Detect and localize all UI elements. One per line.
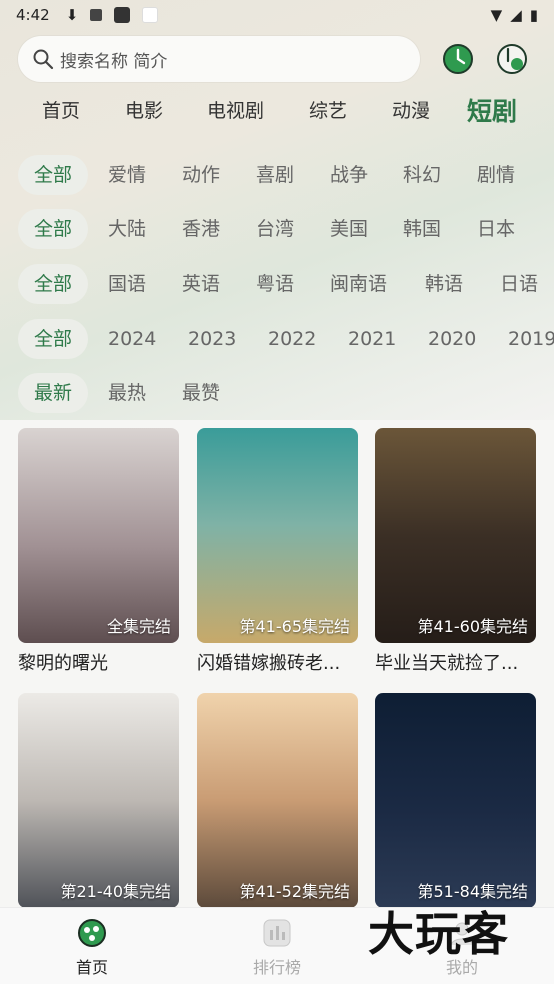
filter-language-item[interactable]: 韩语 (425, 264, 463, 304)
drama-card[interactable]: 第41-52集完结 (197, 693, 358, 914)
status-bar: 4:42 ⬇ ▼ ◢ ▮ (0, 0, 554, 30)
filter-year-item[interactable]: 2022 (268, 319, 316, 359)
download-list-icon[interactable] (496, 43, 528, 75)
sort-latest[interactable]: 最新 (18, 373, 89, 413)
history-icon[interactable] (442, 43, 474, 75)
bottom-nav-ranking-label: 排行榜 (252, 958, 301, 977)
episode-badge: 第21-40集完结 (60, 882, 172, 901)
poster-image: 第41-65集完结 (197, 428, 358, 643)
filter-year-item[interactable]: 2024 (108, 319, 156, 359)
search-placeholder: 搜索名称 简介 (60, 51, 168, 72)
filter-language-item[interactable]: 闽南语 (330, 264, 387, 304)
signal-icon: ◢ (510, 6, 522, 24)
tab-short-drama[interactable]: 短剧 (467, 92, 517, 128)
filter-region-item[interactable]: 大陆 (108, 209, 146, 249)
filter-genre-all[interactable]: 全部 (18, 155, 89, 195)
a-icon (90, 9, 103, 21)
poster-image: 第41-52集完结 (197, 693, 358, 908)
drama-title: 毕业当天就捡了... (375, 653, 519, 674)
search-input[interactable]: 搜索名称 简介 (18, 36, 420, 82)
status-icons-left: ⬇ (66, 6, 159, 24)
tab-movie[interactable]: 电影 (125, 96, 163, 123)
filter-language-row: 全部 国语 英语 粤语 闽南语 韩语 日语 (0, 264, 554, 304)
filter-genre-item[interactable]: 科幻 (403, 155, 441, 195)
status-time: 4:42 (16, 6, 50, 24)
bottom-nav-home-label: 首页 (75, 958, 108, 977)
filter-year-row: 全部 2024 2023 2022 2021 2020 2019 (0, 319, 554, 359)
drama-card[interactable]: 全集完结 黎明的曙光 (18, 428, 179, 675)
poster-image: 第41-60集完结 (375, 428, 536, 643)
filter-language-all[interactable]: 全部 (18, 264, 89, 304)
chart-icon (263, 919, 291, 947)
category-tabs: 首页 电影 电视剧 综艺 动漫 短剧 (0, 96, 554, 132)
download-icon: ⬇ (65, 6, 79, 24)
poster-image: 第51-84集完结 (375, 693, 536, 908)
tab-tv-series[interactable]: 电视剧 (207, 96, 264, 123)
white-square-icon (142, 7, 159, 23)
filter-year-item[interactable]: 2020 (428, 319, 476, 359)
episode-badge: 第41-65集完结 (239, 617, 351, 636)
app-notify-icon (114, 7, 131, 23)
sort-most-liked[interactable]: 最赞 (182, 373, 220, 413)
status-icons-right: ▼ ◢ ▮ (491, 6, 538, 24)
sort-hottest[interactable]: 最热 (108, 373, 146, 413)
filter-language-item[interactable]: 国语 (108, 264, 146, 304)
drama-card[interactable]: 第51-84集完结 (375, 693, 536, 914)
tab-home[interactable]: 首页 (42, 96, 80, 123)
poster-image: 第21-40集完结 (18, 693, 179, 908)
filter-year-item[interactable]: 2021 (348, 319, 396, 359)
episode-badge: 第41-52集完结 (239, 882, 351, 901)
filter-year-all[interactable]: 全部 (18, 319, 89, 359)
drama-title: 闪婚错嫁搬砖老... (197, 653, 341, 674)
wifi-icon: ▼ (490, 6, 503, 24)
poster-image: 全集完结 (18, 428, 179, 643)
filter-region-item[interactable]: 香港 (182, 209, 220, 249)
drama-card[interactable]: 第41-65集完结 闪婚错嫁搬砖老... (197, 428, 358, 675)
watermark-logo: 大玩客 (368, 907, 509, 961)
search-icon (33, 49, 54, 70)
tab-anime[interactable]: 动漫 (392, 96, 430, 123)
filter-year-item[interactable]: 2023 (188, 319, 236, 359)
filter-genre-item[interactable]: 动作 (182, 155, 220, 195)
filter-region-all[interactable]: 全部 (18, 209, 89, 249)
episode-badge: 第41-60集完结 (417, 617, 529, 636)
filter-language-item[interactable]: 英语 (182, 264, 220, 304)
filter-region-item[interactable]: 美国 (330, 209, 368, 249)
filter-genre-item[interactable]: 战争 (330, 155, 368, 195)
episode-badge: 全集完结 (106, 617, 171, 636)
filter-region-row: 全部 大陆 香港 台湾 美国 韩国 日本 (0, 209, 554, 249)
filter-region-item[interactable]: 日本 (477, 209, 515, 249)
filter-genre-item[interactable]: 爱情 (108, 155, 146, 195)
bottom-nav-home[interactable]: 首页 (52, 918, 132, 978)
tab-variety[interactable]: 综艺 (309, 96, 347, 123)
filter-genre-item[interactable]: 喜剧 (256, 155, 294, 195)
filter-language-item[interactable]: 粤语 (256, 264, 294, 304)
filter-genre-row: 全部 爱情 动作 喜剧 战争 科幻 剧情 (0, 155, 554, 195)
filter-year-item[interactable]: 2019 (508, 319, 554, 359)
drama-title: 黎明的曙光 (18, 653, 108, 674)
filter-language-item[interactable]: 日语 (500, 264, 538, 304)
bottom-nav-ranking[interactable]: 排行榜 (237, 918, 317, 978)
drama-card[interactable]: 第21-40集完结 (18, 693, 179, 914)
filter-genre-item[interactable]: 剧情 (477, 155, 515, 195)
filter-sort-row: 最新 最热 最赞 (0, 373, 554, 413)
filter-region-item[interactable]: 台湾 (256, 209, 294, 249)
battery-icon: ▮ (529, 6, 538, 24)
filter-region-item[interactable]: 韩国 (403, 209, 441, 249)
drama-card[interactable]: 第41-60集完结 毕业当天就捡了... (375, 428, 536, 675)
home-film-icon (78, 919, 106, 947)
